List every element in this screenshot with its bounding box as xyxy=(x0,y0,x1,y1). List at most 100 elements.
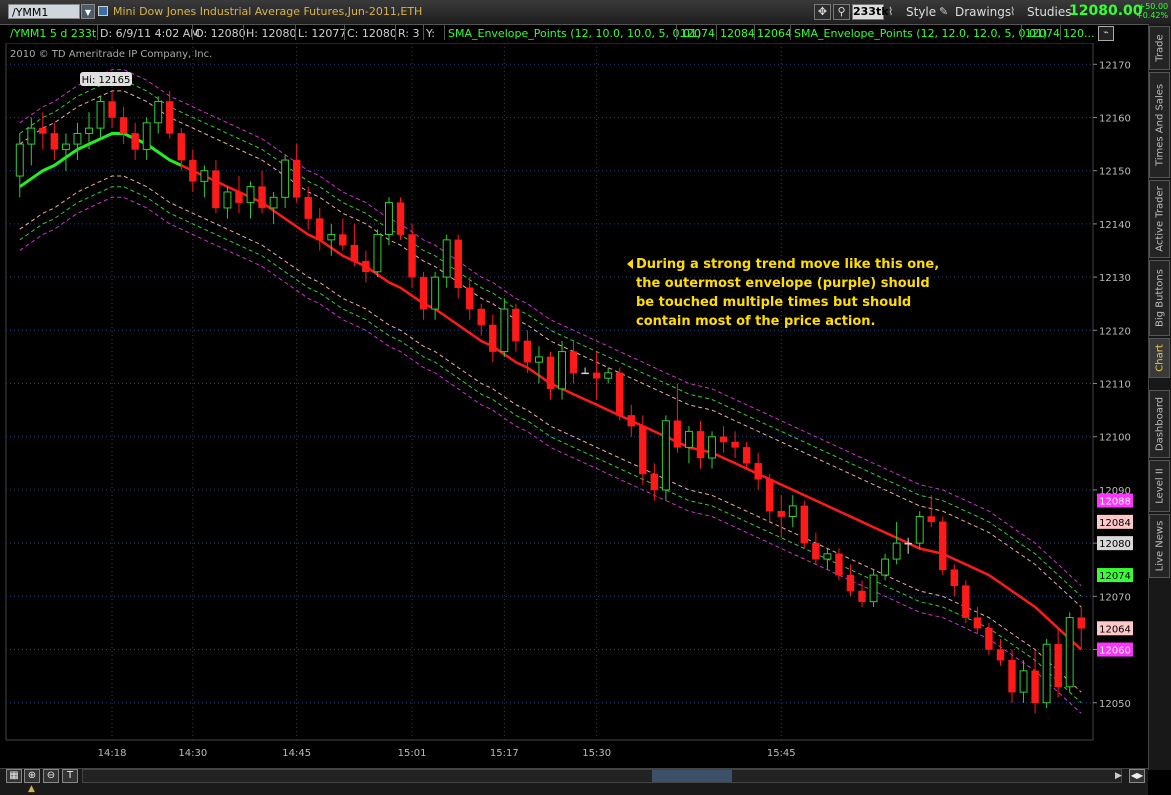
divider xyxy=(97,25,98,40)
style-icon[interactable]: ⌇ xyxy=(888,5,902,19)
chart-settings-icon[interactable]: ⌁ xyxy=(1098,26,1114,41)
candle-body-up xyxy=(73,132,82,145)
tab-label: Dashboard xyxy=(1154,396,1165,452)
studies-button[interactable]: Studies xyxy=(1027,5,1072,19)
candle-body-down xyxy=(419,276,428,310)
candle-body-down xyxy=(1077,617,1085,629)
drawings-button[interactable]: Drawings xyxy=(955,5,1011,19)
symbol-input[interactable]: /YMM1 xyxy=(8,4,80,19)
text-tool-icon[interactable]: T xyxy=(62,769,78,783)
candle-body-down xyxy=(339,234,347,246)
symbol-dropdown-button[interactable]: ▼ xyxy=(81,4,95,19)
pan-tool-icon[interactable]: ✥ xyxy=(814,4,831,20)
price-chart[interactable]: 12170 12160 12150 12140 12130 12120 12110 12100… xyxy=(0,43,1148,768)
copyright-text: 2010 © TD Ameritrade IP Company, Inc. xyxy=(10,49,212,60)
candle-body-up xyxy=(442,239,451,278)
tab-big-buttons[interactable]: Big Buttons xyxy=(1149,260,1170,336)
tab-label: Big Buttons xyxy=(1154,269,1165,327)
candle-body-down xyxy=(719,436,728,443)
tab-times-and-sales[interactable]: Times And Sales xyxy=(1149,72,1170,178)
candle-body-down xyxy=(731,441,739,448)
candle xyxy=(1065,612,1074,693)
candle-body-down xyxy=(766,479,774,512)
candle xyxy=(939,516,947,576)
tab-active-trader[interactable]: Active Trader xyxy=(1149,180,1170,258)
zoom-out-icon[interactable]: ⊖ xyxy=(43,769,59,783)
candle-body-up xyxy=(684,430,693,448)
divider xyxy=(676,25,677,40)
candle-body-down xyxy=(858,590,866,602)
price-label-text: 12074 xyxy=(1099,571,1131,582)
bar-date: D: 6/9/11 4:02 AM xyxy=(100,27,200,40)
candle-body-down xyxy=(754,463,762,480)
candle-body-down xyxy=(996,649,1005,661)
candle-body-down xyxy=(1054,643,1062,688)
pencil-icon[interactable]: ✎ xyxy=(939,5,953,19)
candle-body-down xyxy=(235,191,243,203)
candle-body-down xyxy=(800,505,809,544)
candle-body-down xyxy=(131,133,139,150)
study1-value-2: 12084 xyxy=(720,27,755,40)
horizontal-scrollbar[interactable] xyxy=(82,769,1122,783)
zoom-in-icon[interactable]: ⊕ xyxy=(24,769,40,783)
bar-range: R: 3 xyxy=(398,27,420,40)
candle-body-down xyxy=(650,473,659,491)
y-tick-label: 12100 xyxy=(1099,433,1131,444)
tab-trade[interactable]: Trade xyxy=(1149,26,1170,70)
divider xyxy=(754,25,755,40)
divider xyxy=(423,25,424,40)
candle-body-down xyxy=(546,356,555,390)
candle-body-down xyxy=(627,415,635,427)
style-button[interactable]: Style xyxy=(906,5,936,19)
divider xyxy=(243,25,244,40)
candle-body-up xyxy=(281,159,290,198)
candle-body-up xyxy=(142,122,151,150)
candle-body-down xyxy=(477,308,485,326)
candle-body-up xyxy=(246,186,255,204)
candle-body-up xyxy=(535,356,543,363)
candle xyxy=(373,229,382,278)
x-tick-label: 14:30 xyxy=(178,748,207,759)
candle-body-up xyxy=(915,516,924,544)
instrument-info-icon[interactable] xyxy=(98,6,108,16)
scrollbar-thumb[interactable] xyxy=(652,770,732,782)
tab-chart[interactable]: Chart xyxy=(1149,338,1170,378)
y-tick-label: 12150 xyxy=(1099,167,1131,178)
tab-live-news[interactable]: Live News xyxy=(1149,514,1170,578)
candle-body-down xyxy=(166,101,174,134)
x-tick-label: 15:45 xyxy=(767,748,796,759)
candle-body-up xyxy=(61,143,70,150)
net-change: +50.00 +0.42% xyxy=(1136,2,1168,20)
instrument-description: Mini Dow Jones Industrial Average Future… xyxy=(113,5,423,18)
x-axis: 14:1814:3014:4515:0115:1715:3015:4516:00 xyxy=(98,748,796,759)
tab-label: Active Trader xyxy=(1154,186,1165,252)
candle xyxy=(800,500,809,549)
collapse-up-icon[interactable]: ▲ xyxy=(28,784,35,794)
grid-toggle-icon[interactable]: ▦ xyxy=(6,769,22,783)
candle-body-down xyxy=(777,510,785,517)
candle-body-down xyxy=(962,585,970,618)
tab-level-ii[interactable]: Level II xyxy=(1149,460,1170,512)
candle-body-down xyxy=(592,372,601,379)
candle-body-down xyxy=(396,202,405,235)
candle-body-doji xyxy=(904,542,912,545)
y-tick-label: 12160 xyxy=(1099,113,1131,124)
x-tick-label: 15:17 xyxy=(490,748,519,759)
chevron-down-icon: ▼ xyxy=(84,8,92,17)
expand-icon[interactable]: ◀▶ xyxy=(1129,769,1145,783)
study2-value-1: 12074 xyxy=(1025,27,1060,40)
study2-label[interactable]: SMA_Envelope_Points (12, 12.0, 12.0, 5, … xyxy=(794,27,1047,40)
candle-body-down xyxy=(696,431,705,459)
study1-label[interactable]: SMA_Envelope_Points (12, 10.0, 10.0, 5, … xyxy=(448,27,701,40)
y-tick-label: 12050 xyxy=(1099,699,1131,710)
period-label[interactable]: /YMM1 5 d 233t xyxy=(10,27,96,40)
scroll-right-icon[interactable]: ▶ xyxy=(1115,769,1127,783)
studies-icon[interactable]: ⌇ xyxy=(1010,5,1024,19)
divider xyxy=(395,25,396,40)
candle-body-up xyxy=(869,574,878,603)
candle xyxy=(616,367,624,421)
magnifier-icon[interactable]: ⚲ xyxy=(833,4,850,20)
candle-body-down xyxy=(673,420,682,448)
aggregation-selector[interactable]: 233tk xyxy=(852,4,889,20)
tab-dashboard[interactable]: Dashboard xyxy=(1149,390,1170,458)
